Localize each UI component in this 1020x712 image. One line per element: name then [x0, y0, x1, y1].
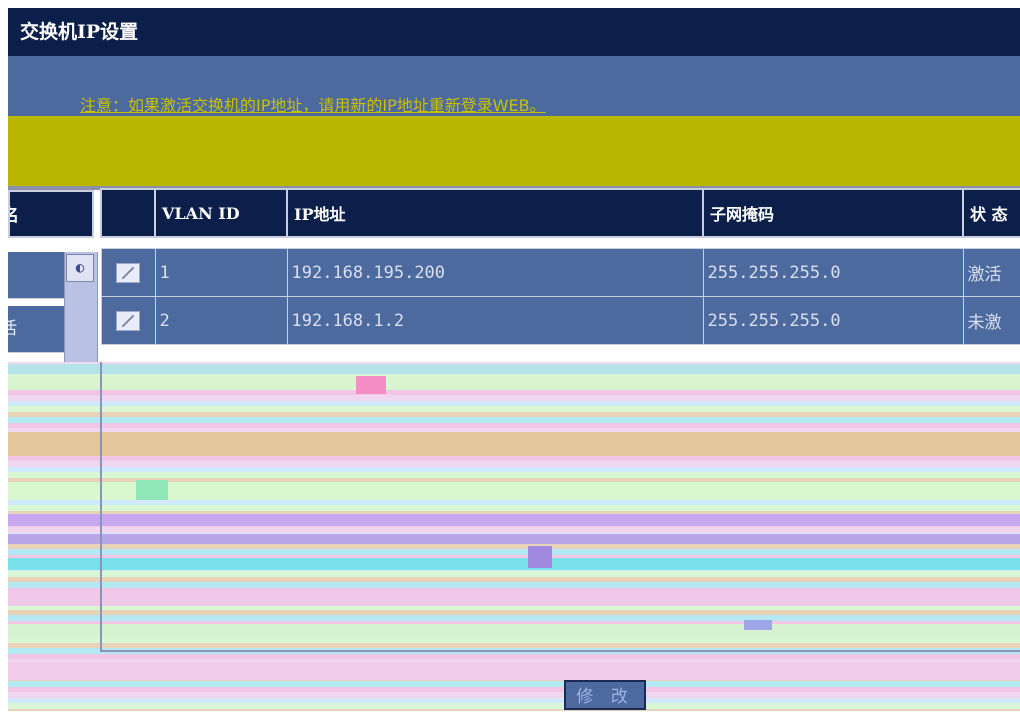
artifact-band	[8, 514, 1020, 526]
table-row[interactable]: 2 192.168.1.2 255.255.255.0 未激	[100, 296, 1020, 345]
artifact-band	[8, 364, 1020, 374]
column-header-mask: 子网掩码	[702, 188, 964, 238]
ip-cell: 192.168.195.200	[286, 248, 704, 297]
scroll-up-button[interactable]: ◐	[66, 254, 94, 282]
table-header-row: VLAN ID IP地址 子网掩码 状 态	[100, 188, 1020, 238]
highlight-band	[8, 116, 1020, 186]
mask-cell: 255.255.255.0	[702, 296, 964, 345]
artifact-band	[8, 662, 1020, 680]
ip-cell: 192.168.1.2	[286, 296, 704, 345]
status-cell: 未激	[962, 296, 1020, 345]
table-row[interactable]: 1 192.168.195.200 255.255.255.0 激活	[100, 248, 1020, 297]
vlan-id-cell: 2	[154, 296, 288, 345]
left-row-label: 活	[8, 319, 17, 339]
left-header-label: 名	[10, 206, 19, 226]
left-table-header: 名	[8, 190, 94, 238]
notice-text: 注意：如果激活交换机的IP地址，请用新的IP地址重新登录WEB。	[80, 96, 546, 115]
artifact-block	[528, 546, 552, 568]
vlan-id-cell: 1	[154, 248, 288, 297]
frame-border	[100, 650, 1020, 652]
left-table-row[interactable]	[8, 252, 66, 299]
scroll-up-icon: ◐	[75, 260, 85, 276]
artifact-band	[8, 558, 1020, 570]
row-checkbox[interactable]	[115, 263, 140, 283]
artifact-band	[8, 534, 1020, 544]
left-table-row[interactable]: 活	[8, 306, 66, 353]
column-header-vlan-id: VLAN ID	[154, 188, 288, 238]
column-header-status: 状 态	[962, 188, 1020, 238]
column-header-select	[100, 188, 156, 238]
status-cell: 激活	[962, 248, 1020, 297]
artifact-block	[744, 620, 772, 630]
vlan-ip-table: VLAN ID IP地址 子网掩码 状 态 1 192.168.195.200 …	[100, 188, 1020, 345]
render-artifact-area	[8, 362, 1020, 711]
artifact-block	[356, 376, 386, 394]
row-checkbox[interactable]	[115, 311, 140, 331]
artifact-band	[8, 376, 1020, 390]
artifact-band	[8, 432, 1020, 456]
column-header-ip: IP地址	[286, 188, 704, 238]
mask-cell: 255.255.255.0	[702, 248, 964, 297]
row-select-cell[interactable]	[100, 296, 156, 345]
artifact-block	[136, 480, 168, 500]
row-select-cell[interactable]	[100, 248, 156, 297]
artifact-band	[8, 590, 1020, 606]
artifact-band	[8, 624, 1020, 638]
frame-border	[100, 362, 102, 652]
page-title: 交换机IP设置	[8, 8, 1020, 56]
modify-button[interactable]: 修 改	[564, 680, 646, 710]
